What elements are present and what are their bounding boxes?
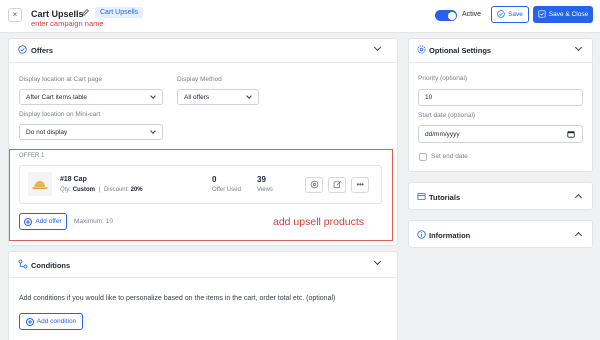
- mini-cart-value: Do not display: [26, 128, 68, 136]
- display-location-value: After Cart items table: [26, 93, 88, 101]
- offers-title: Offers: [31, 46, 54, 55]
- discount-value: 20%: [130, 187, 143, 193]
- active-label: Active: [462, 11, 482, 18]
- conditions-title: Conditions: [31, 261, 71, 270]
- tutorials-title: Tutorials: [429, 193, 461, 202]
- set-end-date-checkbox[interactable]: [419, 153, 427, 161]
- mini-cart-select[interactable]: Do not display: [19, 124, 163, 140]
- save-icon: [538, 9, 546, 20]
- info-icon: [417, 230, 426, 241]
- upsell-annotation: add upsell products: [273, 216, 365, 228]
- conditions-icon: [18, 259, 28, 271]
- check-circle-icon: [497, 9, 505, 20]
- chevron-down-icon: [150, 128, 156, 134]
- offer-used-label: Offer Used: [212, 187, 241, 193]
- chevron-down-icon: [150, 93, 156, 99]
- qty-prefix: Qty:: [60, 187, 72, 193]
- display-method-value: All offers: [184, 93, 210, 101]
- offer-used-value: 0: [212, 175, 217, 184]
- campaign-name-annotation: enter campaign name: [31, 19, 104, 28]
- edit-icon: [333, 180, 342, 191]
- add-condition-button[interactable]: Add condition: [19, 313, 83, 330]
- view-offer-button[interactable]: [305, 177, 323, 193]
- calendar-icon[interactable]: [567, 130, 575, 140]
- tutorials-icon: [417, 192, 426, 203]
- toggle-knob: [447, 11, 456, 20]
- display-method-select[interactable]: All offers: [177, 89, 259, 105]
- save-label: Save: [508, 11, 523, 18]
- more-offer-button[interactable]: •••: [351, 177, 369, 193]
- add-condition-label: Add condition: [36, 318, 77, 325]
- product-meta: Qty: Custom | Discount: 20%: [60, 187, 143, 193]
- conditions-description: Add conditions if you would like to pers…: [19, 295, 336, 302]
- optional-settings-title: Optional Settings: [429, 46, 492, 55]
- start-date-input[interactable]: dd/mm/yyyy: [418, 125, 583, 143]
- mini-cart-label: Display location on Mini-cart: [19, 111, 101, 118]
- edit-pencil-icon[interactable]: [81, 8, 90, 19]
- close-icon: ×: [12, 10, 18, 19]
- eye-icon: [310, 180, 319, 191]
- save-close-label: Save & Close: [548, 11, 589, 18]
- priority-value: 10: [425, 94, 433, 101]
- save-button[interactable]: Save: [491, 6, 529, 23]
- more-icon: •••: [356, 180, 364, 189]
- edit-offer-button[interactable]: [328, 177, 346, 193]
- add-offer-button[interactable]: Add offer: [19, 213, 67, 230]
- offers-header[interactable]: [8, 38, 398, 63]
- add-offer-label: Add offer: [35, 218, 62, 225]
- active-toggle[interactable]: [435, 10, 457, 21]
- close-button[interactable]: ×: [8, 8, 22, 22]
- campaign-type-badge: Cart Upsells: [95, 7, 144, 18]
- information-title: Information: [429, 231, 471, 240]
- plus-circle-icon: [25, 317, 34, 326]
- offer-label: OFFER 1: [19, 153, 45, 159]
- product-cap-image: [28, 172, 52, 196]
- maximum-label: Maximum: 10: [74, 218, 114, 225]
- product-name: #18 Cap: [60, 176, 87, 183]
- set-end-date-label[interactable]: Set end date: [431, 153, 468, 160]
- views-label: Views: [257, 187, 273, 193]
- start-date-label: Start date (optional): [418, 112, 476, 119]
- start-date-placeholder: dd/mm/yyyy: [425, 130, 460, 138]
- chevron-down-icon: [246, 93, 252, 99]
- save-close-button[interactable]: Save & Close: [533, 6, 593, 23]
- priority-input[interactable]: 10: [418, 89, 583, 106]
- display-location-label: Display location at Cart page: [19, 76, 103, 83]
- views-value: 39: [257, 175, 266, 184]
- qty-value: Custom: [72, 187, 96, 193]
- discount-prefix: Discount:: [103, 187, 129, 193]
- offers-icon: [18, 45, 27, 56]
- settings-icon: [417, 45, 426, 56]
- plus-circle-icon: [24, 217, 33, 226]
- priority-label: Priority (optional): [418, 75, 468, 82]
- display-method-label: Display Method: [177, 76, 222, 83]
- meta-separator: |: [98, 187, 101, 193]
- campaign-title[interactable]: Cart Upsells: [31, 9, 84, 19]
- display-location-select[interactable]: After Cart items table: [19, 89, 163, 105]
